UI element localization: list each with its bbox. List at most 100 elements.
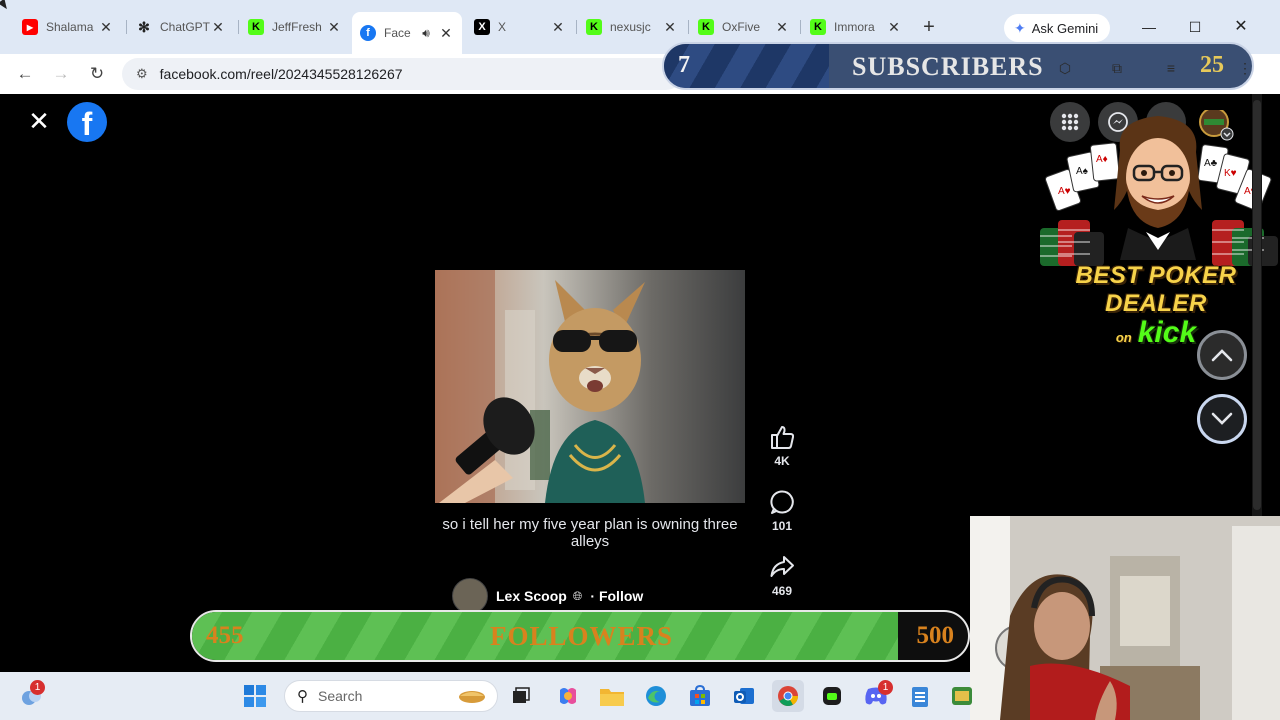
author-avatar[interactable]	[452, 578, 488, 614]
close-reel-button[interactable]: ✕	[26, 108, 52, 134]
new-tab-button[interactable]: +	[918, 14, 940, 40]
address-bar[interactable]: ⚙ facebook.com/reel/2024345528126267	[122, 58, 682, 90]
forward-button[interactable]: →	[47, 60, 75, 88]
start-button[interactable]	[239, 680, 271, 712]
ask-gemini-button[interactable]: ✦ Ask Gemini	[1004, 14, 1110, 42]
subscribers-goal: 25	[1200, 52, 1224, 78]
screen: ▶ Shalama ✕ ✻ ChatGPT ✕ K JeffFresh ✕ f …	[0, 0, 1280, 720]
previous-reel-button[interactable]	[1197, 330, 1247, 380]
openai-icon: ✻	[138, 18, 150, 35]
speaker-icon[interactable]: 🔊︎	[418, 26, 434, 41]
windows-icon	[244, 685, 266, 707]
taskbar-search[interactable]: ⚲ Search	[284, 680, 498, 712]
next-reel-button[interactable]	[1197, 394, 1247, 444]
tab-title: Face	[384, 26, 411, 40]
reload-button[interactable]: ↻	[83, 60, 111, 88]
author-name[interactable]: Lex Scoop	[496, 588, 567, 604]
kick-icon: K	[698, 19, 714, 35]
tab-title: X	[498, 20, 507, 34]
outlook-icon[interactable]	[728, 680, 760, 712]
svg-text:A♣: A♣	[1204, 158, 1218, 169]
share-count: 469	[771, 584, 793, 598]
close-icon[interactable]: ✕	[662, 19, 678, 36]
copilot-icon[interactable]	[552, 680, 584, 712]
tab-title: JeffFresh	[272, 20, 322, 34]
facebook-icon: f	[360, 25, 376, 41]
site-info-icon[interactable]: ⚙	[136, 66, 148, 82]
menu-icon[interactable]: ⋮	[1234, 60, 1256, 80]
scrollbar-thumb[interactable]	[1253, 100, 1261, 510]
comment-button[interactable]: 101	[762, 487, 802, 533]
tab-immora[interactable]: K Immora ✕	[802, 12, 910, 42]
svg-text:A♦: A♦	[1096, 154, 1108, 165]
tab-title: OxFive	[722, 20, 761, 34]
task-view-icon[interactable]	[505, 680, 537, 712]
reel-author: Lex Scoop 🌐︎ · Follow	[452, 578, 643, 614]
close-icon[interactable]: ✕	[438, 25, 454, 42]
maximize-button[interactable]: ☐	[1172, 14, 1218, 40]
youtube-icon: ▶	[22, 19, 38, 35]
close-icon[interactable]: ✕	[550, 19, 566, 36]
tab-chatgpt[interactable]: ✻ ChatGPT ✕	[128, 12, 234, 42]
tab-facebook[interactable]: f Face 🔊︎ ✕	[352, 12, 462, 54]
followers-label: FOLLOWERS	[490, 621, 674, 651]
like-button[interactable]: 4K	[762, 422, 802, 468]
poker-title-line: BEST POKER DEALER	[1075, 262, 1237, 317]
game-app-icon[interactable]	[946, 680, 978, 712]
cat-reporter-image	[435, 270, 745, 503]
share-icon	[762, 552, 802, 582]
tab-nexus[interactable]: K nexusjc ✕	[578, 12, 686, 42]
notepad-icon[interactable]	[904, 680, 936, 712]
followers-goal: 500	[916, 622, 955, 649]
media-icon[interactable]: ≡	[1160, 60, 1182, 80]
kick-icon: K	[586, 19, 602, 35]
kick-wordmark: kick	[1137, 316, 1197, 349]
share-button[interactable]: 469	[762, 552, 802, 598]
windows-taskbar: 1 ⚲ Search 1	[0, 672, 972, 720]
chevron-up-icon	[1211, 349, 1233, 362]
close-window-button[interactable]: ✕	[1218, 14, 1264, 40]
edge-icon[interactable]	[640, 680, 672, 712]
thumbs-up-icon	[762, 422, 802, 452]
facebook-logo-icon[interactable]: f	[67, 102, 107, 142]
close-icon[interactable]: ✕	[886, 19, 902, 36]
ask-gemini-label: Ask Gemini	[1031, 20, 1099, 36]
webcam-feed	[970, 516, 1280, 720]
back-button[interactable]: ←	[11, 60, 39, 88]
comment-count: 101	[771, 519, 793, 533]
chevron-down-icon	[1211, 412, 1233, 425]
search-placeholder: Search	[318, 688, 363, 704]
file-explorer-icon[interactable]	[596, 680, 628, 712]
dealer-caricature	[1114, 116, 1202, 260]
svg-text:A♥: A♥	[1058, 186, 1071, 197]
reel-video[interactable]	[435, 270, 745, 503]
close-icon[interactable]: ✕	[774, 19, 790, 36]
close-icon[interactable]: ✕	[326, 19, 342, 36]
microsoft-store-icon[interactable]	[684, 680, 716, 712]
svg-text:A♠: A♠	[1076, 166, 1089, 177]
tab-title: Shalama	[46, 20, 94, 34]
tab-title: ChatGPT	[160, 20, 210, 34]
tab-title: Immora	[834, 20, 875, 34]
search-icon: ⚲	[297, 688, 308, 705]
cast-icon[interactable]: ⧉	[1106, 60, 1128, 80]
tab-jefffresh[interactable]: K JeffFresh ✕	[240, 12, 350, 42]
kick-icon: K	[810, 19, 826, 35]
x-icon: X	[474, 19, 490, 35]
streaming-app-icon[interactable]	[816, 680, 848, 712]
tab-oxfive[interactable]: K OxFive ✕	[690, 12, 798, 42]
close-icon[interactable]: ✕	[98, 19, 114, 36]
follow-button[interactable]: · Follow	[590, 588, 643, 604]
chrome-icon[interactable]	[772, 680, 804, 712]
comment-icon	[762, 487, 802, 517]
subscribers-current: 7	[678, 52, 690, 78]
gemini-icon: ✦	[1014, 19, 1026, 36]
like-count: 4K	[774, 454, 790, 468]
extensions-icon[interactable]: ⬡	[1054, 60, 1076, 80]
close-icon[interactable]: ✕	[210, 19, 226, 36]
minimize-button[interactable]: —	[1126, 14, 1172, 40]
followers-goal-bar: 455 FOLLOWERS 500	[190, 610, 970, 662]
svg-text:K♥: K♥	[1224, 168, 1237, 179]
tab-x[interactable]: X X ✕	[466, 12, 574, 42]
tab-youtube[interactable]: ▶ Shalama ✕	[14, 12, 122, 42]
